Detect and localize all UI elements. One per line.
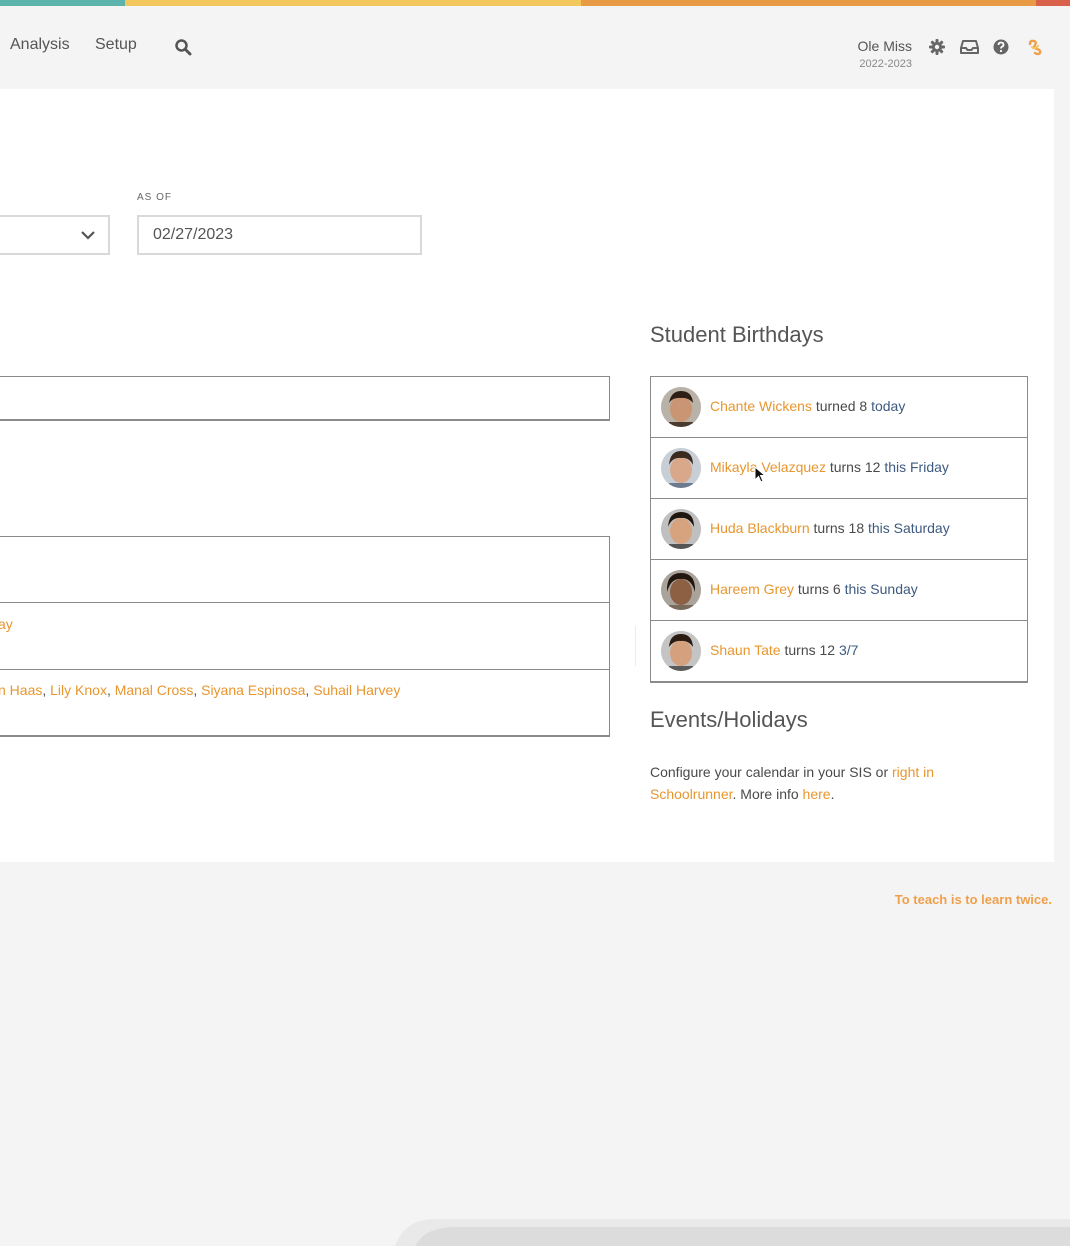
nav-setup[interactable]: Setup [95,36,137,54]
school-year: 2022-2023 [859,58,912,70]
birthday-when: this Friday [884,459,949,475]
student-link[interactable]: n Haas [0,682,42,698]
divider [635,626,636,666]
avatar[interactable] [661,448,701,488]
help-icon[interactable] [992,38,1010,56]
birthday-item: Mikayla Velazquez turns 12 this Friday [651,437,1027,498]
avatar[interactable] [661,570,701,610]
student-name-link[interactable]: Chante Wickens [710,398,812,414]
list-row: ay [0,602,609,669]
student-name-link[interactable]: Mikayla Velazquez [710,459,826,475]
birthday-age: turned 8 [815,398,868,414]
filter-select[interactable] [0,215,110,255]
birthday-item: Chante Wickens turned 8 today [651,377,1027,437]
birthdays-list: Chante Wickens turned 8 today Mikayla Ve… [650,376,1028,683]
birthday-item: Hareem Grey turns 6 this Sunday [651,559,1027,620]
student-link[interactable]: ay [0,616,13,632]
student-name-link[interactable]: Shaun Tate [710,642,781,658]
birthday-when: this Saturday [868,520,950,536]
birthday-age: turns 12 [784,642,836,658]
student-name-link[interactable]: Hareem Grey [710,581,794,597]
brand-logo-icon[interactable] [1026,38,1044,56]
main-panel: AS OF ay n Haas, Lily Knox, Manal Cross,… [0,89,1054,862]
birthday-age: turns 12 [829,459,881,475]
avatar[interactable] [661,387,701,427]
as-of-label: AS OF [137,192,173,203]
chevron-down-icon [81,231,95,240]
events-title: Events/Holidays [650,707,808,732]
inbox-icon[interactable] [960,38,979,56]
student-link[interactable]: Lily Knox [50,682,107,698]
as-of-date-input[interactable] [137,215,422,255]
list-card: ay n Haas, Lily Knox, Manal Cross, Siyan… [0,536,610,737]
bottom-decoration [395,1219,1070,1246]
avatar[interactable] [661,509,701,549]
student-names-line: n Haas, Lily Knox, Manal Cross, Siyana E… [0,682,401,698]
student-name-link[interactable]: Huda Blackburn [710,520,810,536]
school-name[interactable]: Ole Miss [830,38,912,54]
student-link[interactable]: Siyana Espinosa [201,682,305,698]
birthday-age: turns 6 [797,581,841,597]
nav-analysis[interactable]: Analysis [10,36,70,54]
student-link[interactable]: Suhail Harvey [313,682,400,698]
mouse-cursor-icon [754,466,766,483]
birthday-when: 3/7 [838,642,859,658]
summary-card [0,376,610,421]
birthday-item: Shaun Tate turns 12 3/7 [651,620,1027,681]
gear-icon[interactable] [928,38,946,56]
birthday-when: this Sunday [844,581,918,597]
more-info-link[interactable]: here [803,786,831,802]
birthday-item: Huda Blackburn turns 18 this Saturday [651,498,1027,559]
birthday-when: today [871,398,906,414]
events-info: Configure your calendar in your SIS or r… [650,764,935,802]
top-nav: Analysis Setup Ole Miss 2022-2023 [0,6,1070,88]
footer-quote: To teach is to learn twice. [894,892,1052,907]
student-link[interactable]: Manal Cross [115,682,194,698]
birthdays-title: Student Birthdays [650,322,824,347]
search-icon[interactable] [174,38,192,56]
list-row: n Haas, Lily Knox, Manal Cross, Siyana E… [0,669,609,736]
avatar[interactable] [661,631,701,671]
birthday-age: turns 18 [813,520,865,536]
